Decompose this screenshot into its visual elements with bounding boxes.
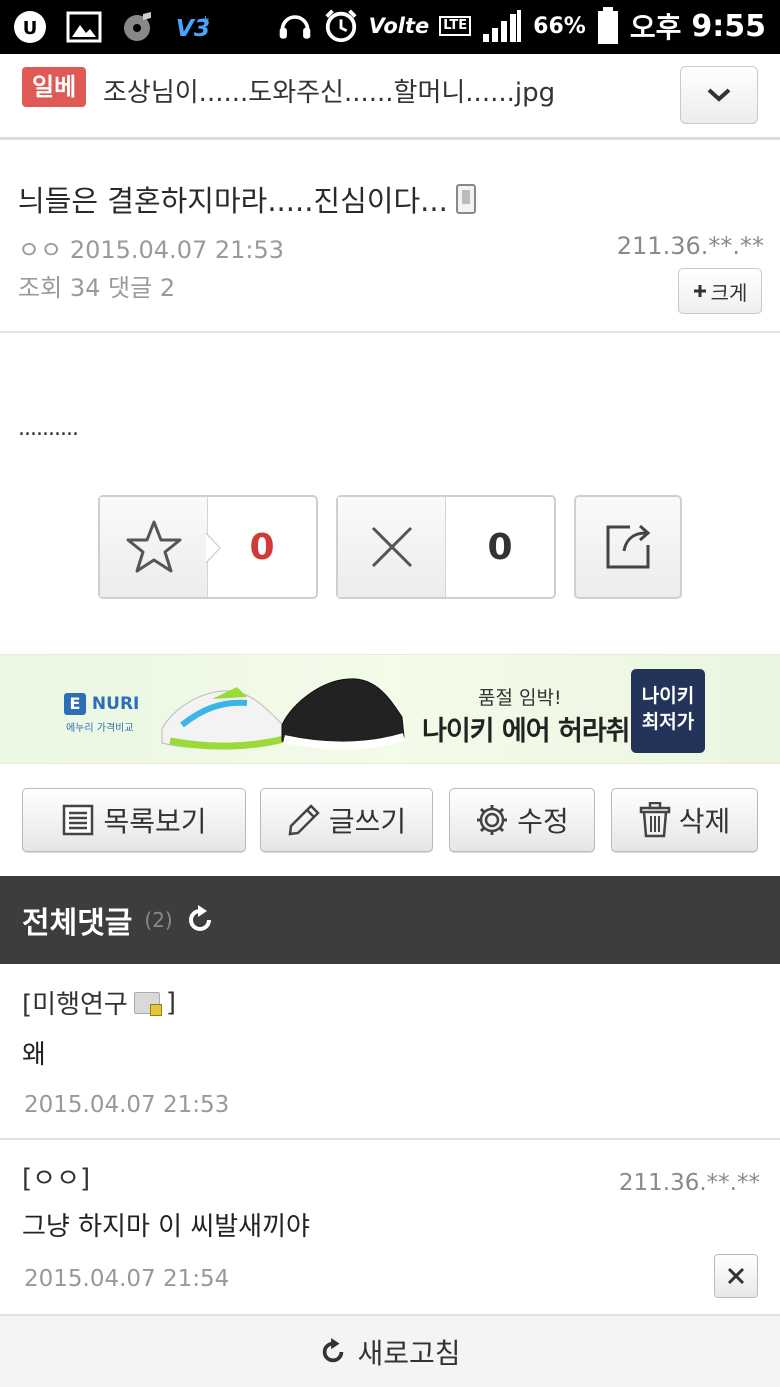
headset-icon xyxy=(277,8,313,44)
uplus-icon: U xyxy=(12,9,48,45)
alarm-clock-icon xyxy=(323,8,359,44)
list-icon xyxy=(63,804,94,836)
recommend-group: 0 xyxy=(98,495,318,599)
post-datetime: 2015.04.07 21:53 xyxy=(69,236,285,264)
board-header: 일베 조상님이......도와주신......할머니......jpg xyxy=(0,54,780,140)
reject-count: 0 xyxy=(487,526,513,568)
refresh-icon[interactable] xyxy=(185,905,215,935)
ad-cta-line1: 나이키 xyxy=(641,685,695,707)
chevron-down-icon xyxy=(707,88,731,102)
write-label: 글쓰기 xyxy=(328,805,407,838)
share-icon xyxy=(606,524,651,569)
post-title: 늬들은 결혼하지마라.....진심이다... xyxy=(18,178,476,220)
recommend-count: 0 xyxy=(249,526,275,568)
comment-item: [ㅇㅇ] 211.36.**.** 그냥 하지마 이 씨발새끼야 2015.04… xyxy=(0,1140,780,1316)
delete-label: 삭제 xyxy=(678,805,731,838)
pencil-icon xyxy=(288,804,320,836)
ampm-label: 오후 xyxy=(629,11,682,44)
views-count: 34 xyxy=(69,274,101,302)
svg-text:U: U xyxy=(23,18,38,39)
battery-icon xyxy=(596,7,620,44)
clock-time: 9:55 xyxy=(691,8,766,44)
edit-button[interactable]: 수정 xyxy=(449,788,595,852)
post-header: 늬들은 결혼하지마라.....진심이다... ㅇㅇ 2015.04.07 21:… xyxy=(0,140,780,333)
reject-group: 0 xyxy=(336,495,556,599)
ad-cta-button[interactable]: 나이키 최저가 xyxy=(631,669,705,753)
enuri-logo-mark: E xyxy=(64,693,86,715)
battery-percent: 66% xyxy=(533,13,586,39)
list-button[interactable]: 목록보기 xyxy=(22,788,246,852)
volte-indicator: Volte xyxy=(368,14,430,38)
gear-icon xyxy=(477,805,508,835)
gallery-icon xyxy=(66,9,102,45)
svg-text:+: + xyxy=(201,12,210,25)
black-sneaker-image xyxy=(281,678,406,750)
music-icon xyxy=(120,9,156,45)
board-badge[interactable]: 일베 xyxy=(22,67,87,107)
enuri-subtitle: 에누리 가격비교 xyxy=(66,723,134,734)
share-button[interactable] xyxy=(574,495,682,599)
comment-author-name: [미행연구 xyxy=(22,990,128,1020)
comment-delete-button[interactable] xyxy=(714,1254,758,1298)
status-bar: U V3 + Volte LTE 66% 오후 9:55 xyxy=(0,0,780,54)
views-label: 조회 xyxy=(18,274,63,302)
comment-text: 그냥 하지마 이 씨발새끼야 xyxy=(22,1212,310,1242)
enlarge-label: 크게 xyxy=(710,280,748,305)
edit-label: 수정 xyxy=(517,805,569,838)
comments-total: (2) xyxy=(144,908,173,932)
post-stats: 조회 34 댓글 2 xyxy=(18,268,175,303)
close-icon xyxy=(727,1267,745,1285)
comment-date: 2015.04.07 21:53 xyxy=(24,1092,230,1118)
x-icon xyxy=(371,526,412,568)
ad-small-text: 품절 임박! xyxy=(478,687,562,709)
arrow-notch-icon xyxy=(205,533,221,563)
comments-count: 2 xyxy=(159,274,176,302)
signal-icon xyxy=(481,8,523,44)
lte-indicator: LTE xyxy=(439,16,472,36)
delete-button[interactable]: 삭제 xyxy=(611,788,758,852)
write-button[interactable]: 글쓰기 xyxy=(260,788,433,852)
post-author[interactable]: ㅇㅇ xyxy=(18,236,62,264)
comment-author-name: [ㅇㅇ] xyxy=(22,1164,91,1194)
ad-banner[interactable]: E NURI 에누리 가격비교 품절 임박! 나이키 에어 허라취 나이키 최저… xyxy=(0,654,780,764)
reject-button[interactable] xyxy=(338,497,446,597)
mobile-post-icon xyxy=(455,184,476,214)
plus-icon xyxy=(693,285,706,297)
enlarge-text-button[interactable]: 크게 xyxy=(678,268,762,314)
v3-app-icon: V3 + xyxy=(174,9,210,45)
board-post-title[interactable]: 조상님이......도와주신......할머니......jpg xyxy=(103,72,555,109)
member-level-icon xyxy=(133,991,162,1016)
comment-item: [미행연구 ] 왜 2015.04.07 21:53 xyxy=(0,964,780,1140)
post-author-date: ㅇㅇ 2015.04.07 21:53 xyxy=(18,230,284,265)
comment-text: 왜 xyxy=(22,1040,46,1070)
comments-label: 댓글 xyxy=(108,274,153,302)
enuri-logo: E NURI xyxy=(64,693,139,715)
comment-ip: 211.36.**.** xyxy=(618,1170,760,1196)
trash-icon xyxy=(639,802,670,838)
refresh-icon xyxy=(323,1337,344,1362)
comments-title: 전체댓글 xyxy=(22,906,133,941)
star-icon xyxy=(126,520,181,573)
post-title-text: 늬들은 결혼하지마라.....진심이다... xyxy=(18,184,448,218)
post-body: .......... xyxy=(18,416,79,441)
recommend-button[interactable] xyxy=(100,497,221,597)
enuri-brand: NURI xyxy=(91,694,140,714)
comments-header: 전체댓글 (2) xyxy=(0,876,780,964)
dropdown-button[interactable] xyxy=(680,66,758,124)
comment-author-close: ] xyxy=(165,987,176,1018)
comment-author[interactable]: [ㅇㅇ] xyxy=(22,1158,90,1195)
comment-author[interactable]: [미행연구 ] xyxy=(22,984,176,1021)
refresh-label: 새로고침 xyxy=(357,1336,461,1370)
post-ip: 211.36.**.** xyxy=(616,232,764,260)
refresh-button[interactable]: 새로고침 xyxy=(0,1316,780,1387)
ad-cta-line2: 최저가 xyxy=(641,711,695,733)
ad-headline: 나이키 에어 허라취 xyxy=(422,716,631,747)
comment-date: 2015.04.07 21:54 xyxy=(24,1266,230,1292)
list-label: 목록보기 xyxy=(103,805,207,838)
